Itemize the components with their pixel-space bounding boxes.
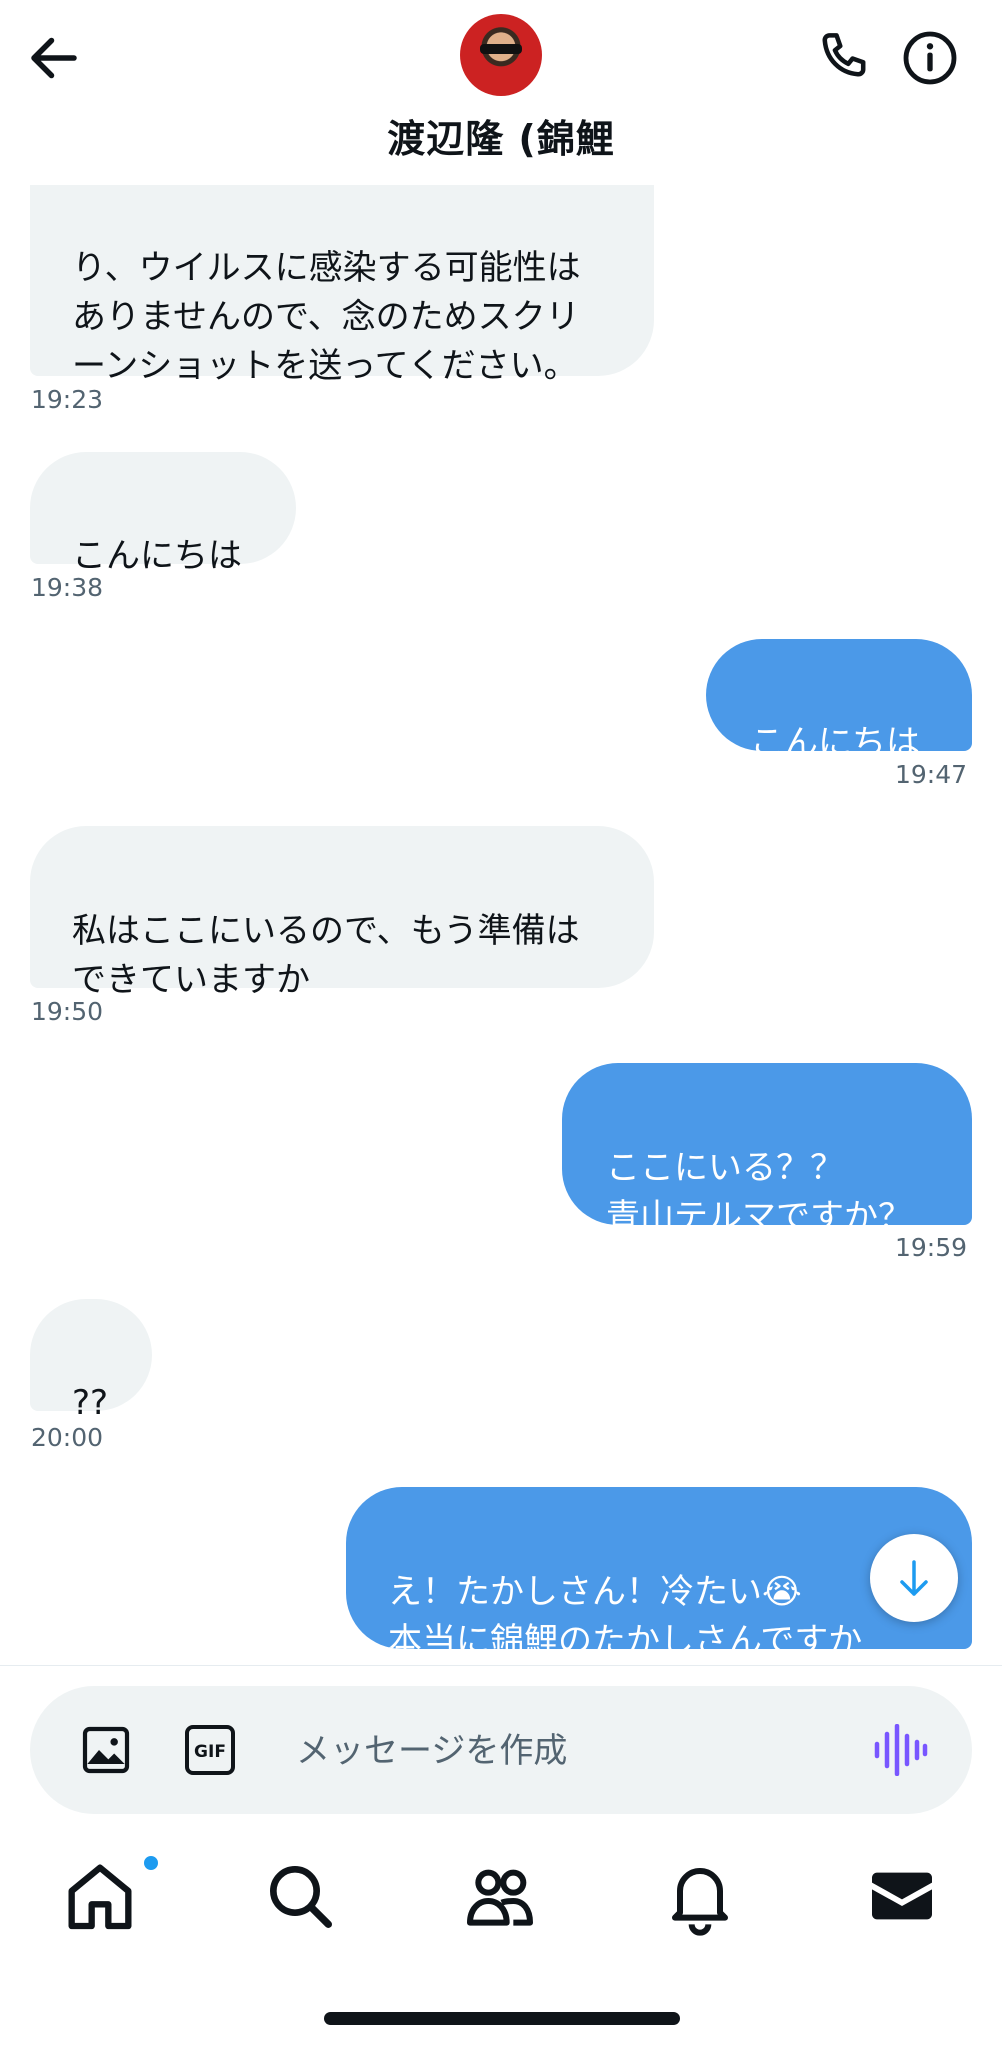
tab-communities[interactable] — [460, 1856, 540, 1936]
bell-icon — [672, 1868, 728, 1936]
tab-search[interactable] — [260, 1856, 340, 1936]
call-button[interactable] — [812, 26, 876, 90]
add-gif-button[interactable]: GIF — [182, 1722, 238, 1778]
arrow-left-icon — [31, 37, 77, 79]
composer-divider — [0, 1665, 1002, 1666]
home-indicator[interactable] — [324, 2012, 680, 2025]
message-list[interactable]: り、ウイルスに感染する可能性は ありませんので、念のためスクリ ーンショットを送… — [0, 0, 1002, 1665]
message-text: り、ウイルスに感染する可能性は ありませんので、念のためスクリ ーンショットを送… — [72, 248, 581, 386]
mail-icon — [872, 1872, 932, 1920]
message-timestamp: 19:47 — [895, 760, 968, 789]
conversation-title[interactable]: 渡辺隆 (錦鯉 — [0, 108, 1002, 163]
message-composer: GIF — [30, 1686, 972, 1814]
tab-notifications[interactable] — [660, 1856, 740, 1936]
message-timestamp: 19:50 — [31, 997, 104, 1026]
message-bubble-incoming[interactable]: ?? — [30, 1299, 152, 1423]
message-text: こんにちは — [72, 536, 242, 576]
avatar[interactable] — [460, 14, 542, 96]
add-image-button[interactable] — [78, 1722, 134, 1778]
message-input[interactable] — [294, 1716, 858, 1786]
arrow-down-icon — [900, 1560, 928, 1596]
phone-icon — [822, 33, 866, 77]
back-button[interactable] — [24, 28, 84, 88]
message-bubble-outgoing[interactable]: ここにいる？？ 青山テルマですか？ — [562, 1063, 972, 1237]
people-icon — [467, 1869, 533, 1926]
home-icon — [68, 1864, 132, 1930]
info-icon — [903, 31, 957, 85]
message-text: ?? — [72, 1383, 109, 1423]
scroll-to-bottom-button[interactable] — [870, 1534, 958, 1622]
image-icon — [82, 1726, 130, 1774]
message-text: え！たかしさん！冷たい😭 本当に錦鯉のたかしさんですか — [388, 1572, 863, 1649]
notification-dot — [142, 1854, 160, 1872]
message-timestamp: 19:23 — [31, 385, 104, 414]
voice-message-button[interactable] — [872, 1723, 928, 1777]
info-button[interactable] — [898, 26, 962, 90]
gif-label: GIF — [194, 1742, 226, 1762]
search-icon — [270, 1866, 333, 1928]
message-timestamp: 20:00 — [31, 1423, 104, 1452]
voice-waveform-icon — [874, 1723, 928, 1777]
message-text: 私はここにいるので、もう準備は できていますか — [72, 911, 580, 1000]
message-text: こんにちは — [750, 723, 920, 763]
tab-home[interactable] — [60, 1854, 160, 1936]
gif-icon: GIF — [185, 1725, 235, 1775]
message-timestamp: 19:59 — [895, 1233, 968, 1262]
message-bubble-incoming[interactable]: こんにちは — [30, 452, 296, 576]
bottom-tab-bar — [0, 1846, 1002, 1956]
message-text: ここにいる？？ 青山テルマですか？ — [606, 1148, 912, 1237]
conversation-header: 渡辺隆 (錦鯉 — [0, 0, 1002, 185]
tab-messages[interactable] — [862, 1856, 942, 1936]
message-timestamp: 19:38 — [31, 573, 104, 602]
message-bubble-outgoing[interactable]: こんにちは — [706, 639, 972, 763]
message-bubble-incoming[interactable]: 私はここにいるので、もう準備は できていますか — [30, 826, 654, 1000]
